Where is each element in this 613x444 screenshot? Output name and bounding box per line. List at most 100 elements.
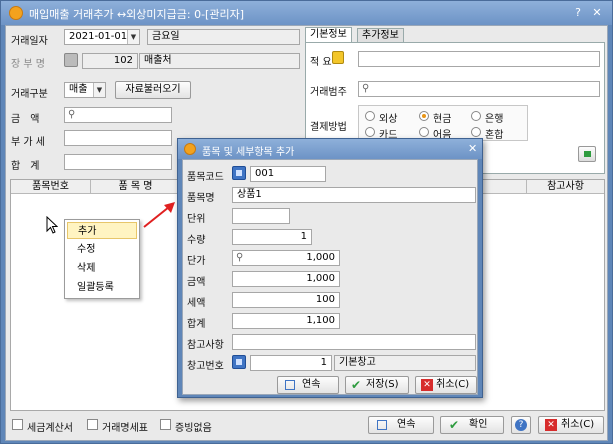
trade-date-label: 거래일자 xyxy=(11,36,48,47)
vat-label: 부 가 세 xyxy=(11,137,45,148)
memo-input[interactable] xyxy=(358,51,600,67)
title-bar[interactable]: 매입매출 거래추가 ↔외상미지급금: 0-[관리자] ? ✕ xyxy=(1,1,612,25)
warehouse-label: 창고번호 xyxy=(187,361,224,372)
payment-radio-bank[interactable] xyxy=(471,111,481,121)
menu-item-edit[interactable]: 수정 xyxy=(67,241,137,258)
check-icon: ✔ xyxy=(449,418,460,432)
window-title: 매입매출 거래추가 ↔외상미지급금: 0-[관리자] xyxy=(29,8,245,21)
payment-radio-card[interactable] xyxy=(365,127,375,137)
tab-extra-info[interactable]: 추가정보 xyxy=(357,28,404,43)
vat-input[interactable] xyxy=(64,130,172,146)
cursor-icon xyxy=(46,216,58,234)
unit-input[interactable] xyxy=(232,208,290,224)
category-input[interactable]: ⚲ xyxy=(358,81,600,97)
trade-type-label: 거래구분 xyxy=(11,89,48,100)
payment-radio-credit[interactable] xyxy=(365,111,375,121)
grid-col-item-no[interactable]: 품목번호 xyxy=(11,180,91,194)
help-icon[interactable]: ? xyxy=(511,416,531,434)
trade-type-select[interactable]: 매출 ▼ xyxy=(64,82,106,98)
payment-radio-bill[interactable] xyxy=(419,127,429,137)
warehouse-no-input[interactable]: 1 xyxy=(250,355,332,371)
chevron-down-icon[interactable]: ▼ xyxy=(127,30,139,44)
trade-date-input[interactable]: 2021-01-01 ▼ xyxy=(64,29,140,45)
ledger-label: 장 부 명 xyxy=(11,59,45,70)
help-button[interactable]: ? xyxy=(570,5,586,20)
grid-col-item-name[interactable]: 품 목 명 xyxy=(91,180,181,194)
annotation-arrow-icon xyxy=(143,202,175,228)
amount-input[interactable]: 1,000 xyxy=(232,271,340,287)
price-value: 1,000 xyxy=(306,252,335,263)
tax-label: 세액 xyxy=(187,298,206,309)
cancel-button-label: 취소(C) xyxy=(561,419,595,430)
price-input[interactable]: ⚲ 1,000 xyxy=(232,250,340,266)
continue-button-label: 연속 xyxy=(397,419,416,430)
item-add-dialog: 품목 및 세부항목 추가 ✕ 품목코드 001 품목명 상품1 단위 수량 1 … xyxy=(177,138,483,398)
search-icon: ⚲ xyxy=(68,109,76,120)
menu-item-delete[interactable]: 삭제 xyxy=(67,260,137,277)
item-name-input[interactable]: 상품1 xyxy=(232,187,476,203)
amount-input[interactable]: ⚲ xyxy=(64,107,172,123)
payment-option: 현금 xyxy=(433,114,452,125)
item-code-input[interactable]: 001 xyxy=(250,166,326,182)
tax-invoice-label: 세금계산서 xyxy=(27,423,73,434)
trade-type-value: 매출 xyxy=(69,84,88,95)
total-label: 합 계 xyxy=(11,161,40,172)
grid-col-note[interactable]: 참고사항 xyxy=(526,180,604,194)
menu-item-add[interactable]: 추가 xyxy=(67,222,137,239)
close-icon: ✕ xyxy=(545,419,557,431)
ok-button[interactable]: ✔ 확인 xyxy=(440,416,504,434)
search-icon: ⚲ xyxy=(236,252,244,263)
tax-input[interactable]: 100 xyxy=(232,292,340,308)
copy-icon xyxy=(377,420,387,430)
close-icon[interactable]: ✕ xyxy=(589,5,605,20)
close-icon[interactable]: ✕ xyxy=(468,142,477,155)
lock-icon xyxy=(332,51,344,64)
qty-input[interactable]: 1 xyxy=(232,229,312,245)
no-evidence-label: 증빙없음 xyxy=(175,423,212,434)
ledger-search-icon[interactable] xyxy=(64,53,78,67)
payment-radio-mixed[interactable] xyxy=(471,127,481,137)
dialog-title: 품목 및 세부항목 추가 xyxy=(202,147,295,158)
dialog-cancel-button[interactable]: ✕ 취소(C) xyxy=(415,376,477,394)
no-evidence-checkbox[interactable] xyxy=(160,419,171,430)
check-icon: ✔ xyxy=(351,378,362,392)
total-input[interactable]: 1,100 xyxy=(232,313,340,329)
ledger-name: 매출처 xyxy=(139,53,300,69)
payment-option: 혼합 xyxy=(485,130,504,141)
warehouse-lookup-icon[interactable] xyxy=(232,355,246,369)
total-input[interactable] xyxy=(64,154,172,170)
warehouse-name: 기본창고 xyxy=(334,355,476,371)
tab-basic-info[interactable]: 기본정보 xyxy=(305,27,352,43)
add-note-icon[interactable] xyxy=(578,146,596,162)
item-code-label: 품목코드 xyxy=(187,172,224,183)
cancel-button[interactable]: ✕ 취소(C) xyxy=(538,416,604,434)
dialog-continue-button[interactable]: 연속 xyxy=(277,376,339,394)
dialog-body: 품목코드 001 품목명 상품1 단위 수량 1 단가 ⚲ 1,000 금액 1… xyxy=(182,159,478,395)
note-input[interactable] xyxy=(232,334,476,350)
ledger-code: 102 xyxy=(82,53,138,69)
copy-icon xyxy=(285,380,295,390)
load-data-button[interactable]: 자료불러오기 xyxy=(115,81,191,99)
chevron-down-icon[interactable]: ▼ xyxy=(93,83,105,97)
payment-radio-cash[interactable] xyxy=(419,111,429,121)
total-label: 합계 xyxy=(187,319,206,330)
item-name-label: 품목명 xyxy=(187,193,215,204)
payment-group: 외상 현금 은행 카드 어음 혼합 xyxy=(358,105,528,141)
tax-invoice-checkbox[interactable] xyxy=(12,419,23,430)
close-icon: ✕ xyxy=(421,379,433,391)
category-label: 거래범주 xyxy=(310,87,347,98)
payment-option: 은행 xyxy=(485,114,504,125)
dialog-save-button[interactable]: ✔ 저장(S) xyxy=(345,376,409,394)
continue-button[interactable]: 연속 xyxy=(368,416,434,434)
payment-label: 결제방법 xyxy=(310,122,347,133)
dialog-save-label: 저장(S) xyxy=(366,379,399,390)
menu-item-bulk-register[interactable]: 일괄등록 xyxy=(67,279,137,296)
statement-checkbox[interactable] xyxy=(87,419,98,430)
unit-label: 단위 xyxy=(187,214,206,225)
item-code-lookup-icon[interactable] xyxy=(232,166,246,180)
note-label: 참고사항 xyxy=(187,340,224,351)
amount-label: 금 액 xyxy=(11,114,40,125)
dialog-title-bar[interactable]: 품목 및 세부항목 추가 ✕ xyxy=(178,139,482,159)
statement-label: 거래명세표 xyxy=(102,423,148,434)
payment-option: 외상 xyxy=(379,114,398,125)
